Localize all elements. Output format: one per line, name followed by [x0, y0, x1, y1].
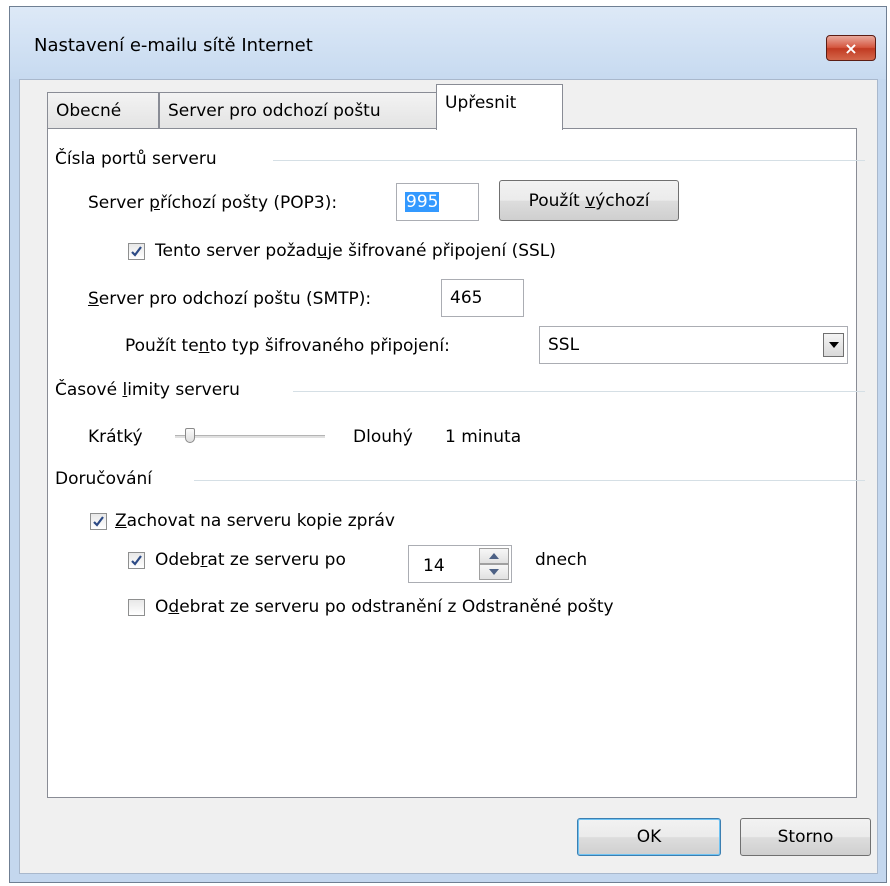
remove-after-checkbox[interactable]: [128, 552, 145, 569]
tab-label: Obecné: [56, 101, 122, 121]
encryption-type-value: SSL: [548, 335, 580, 355]
spinner-down-button[interactable]: [479, 564, 509, 580]
group-label-timeouts: Časové limity serveru: [55, 380, 240, 400]
timeout-value: 1 minuta: [445, 427, 522, 447]
tab-panel-advanced: Čísla portů serveru Server příchozí pošt…: [47, 128, 865, 798]
remove-deleted-label: Odebrat ze serveru po odstranění z Odstr…: [155, 597, 614, 617]
checkmark-icon: [93, 516, 104, 527]
remove-after-unit: dnech: [535, 550, 588, 570]
use-default-button[interactable]: Použít výchozí: [499, 180, 679, 221]
remove-after-days-value: 14: [423, 556, 445, 576]
encryption-type-select[interactable]: SSL: [539, 326, 848, 364]
outgoing-port-value: 465: [450, 288, 483, 308]
encryption-type-label: Použít tento typ šifrovaného připojení:: [125, 336, 450, 356]
remove-after-days-spinner[interactable]: 14: [408, 545, 512, 583]
checkmark-icon: [131, 555, 142, 566]
remove-after-label: Odebrat ze serveru po: [155, 550, 346, 570]
spinner-up-button[interactable]: [479, 548, 509, 564]
tab-label: Server pro odchozí poštu: [168, 101, 381, 121]
cancel-button[interactable]: Storno: [740, 818, 871, 856]
close-button[interactable]: ×: [826, 35, 876, 61]
timeout-long-label: Dlouhý: [353, 427, 413, 447]
group-label-ports: Čísla portů serveru: [55, 149, 217, 169]
tab-label: Upřesnit: [445, 93, 517, 113]
remove-deleted-checkbox[interactable]: [128, 599, 145, 616]
tab-general[interactable]: Obecné: [47, 92, 159, 129]
keep-copy-checkbox[interactable]: [90, 513, 107, 530]
outgoing-port-label: Server pro odchozí poštu (SMTP):: [88, 289, 372, 309]
timeout-slider[interactable]: [175, 425, 325, 447]
cancel-label: Storno: [777, 827, 834, 847]
timeout-short-label: Krátký: [88, 427, 143, 447]
slider-thumb[interactable]: [185, 428, 195, 443]
ok-label: OK: [636, 827, 662, 847]
chevron-down-icon: [489, 569, 499, 575]
group-divider: [273, 160, 865, 161]
dialog-window: Nastavení e-mailu sítě Internet × Obecné…: [9, 6, 887, 883]
group-label-delivery: Doručování: [55, 469, 152, 489]
incoming-port-input[interactable]: 995: [396, 183, 479, 221]
dropdown-arrow-button[interactable]: [823, 333, 844, 357]
ssl-required-checkbox[interactable]: [128, 243, 145, 260]
outgoing-port-input[interactable]: 465: [441, 279, 524, 317]
dialog-body: Obecné Server pro odchozí poštu Upřesnit…: [19, 79, 878, 874]
incoming-port-label: Server příchozí pošty (POP3):: [88, 193, 338, 213]
chevron-down-icon: [828, 342, 839, 348]
keep-copy-label: Zachovat na serveru kopie zpráv: [115, 511, 395, 531]
tab-advanced[interactable]: Upřesnit: [436, 84, 563, 130]
title-bar: Nastavení e-mailu sítě Internet ×: [10, 7, 886, 79]
chevron-up-icon: [489, 553, 499, 559]
group-divider: [293, 391, 865, 392]
close-icon: ×: [844, 38, 858, 58]
dialog-title: Nastavení e-mailu sítě Internet: [34, 35, 313, 56]
slider-track: [175, 435, 325, 438]
ok-button[interactable]: OK: [577, 818, 721, 856]
incoming-port-value: 995: [405, 192, 440, 212]
ssl-required-label: Tento server požaduje šifrované připojen…: [155, 241, 556, 261]
group-divider: [194, 480, 865, 481]
use-default-label: Použít výchozí: [528, 190, 650, 211]
checkmark-icon: [131, 246, 142, 257]
tab-outgoing-server[interactable]: Server pro odchozí poštu: [159, 92, 437, 129]
